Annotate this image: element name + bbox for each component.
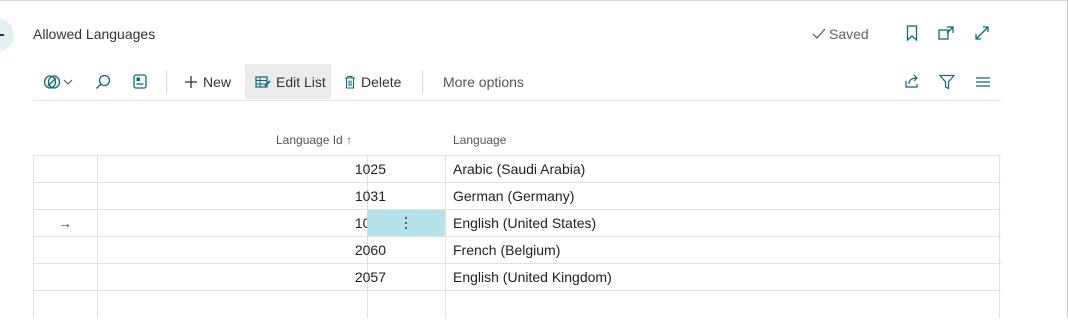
- table-row[interactable]: 1031 German (Germany): [33, 182, 1001, 209]
- column-header-language[interactable]: Language: [453, 133, 506, 147]
- expand-button[interactable]: [973, 24, 991, 42]
- language-cell[interactable]: English (United Kingdom): [453, 264, 612, 290]
- filter-icon: [939, 74, 955, 89]
- row-indicator: [33, 264, 97, 290]
- analyze-icon: [43, 74, 61, 89]
- back-icon: [0, 34, 4, 36]
- list-view-icon: [976, 76, 990, 87]
- action-bar: New Edit List Delete More options: [33, 64, 1001, 101]
- language-id-cell[interactable]: 2060: [97, 237, 386, 263]
- language-cell[interactable]: French (Belgium): [453, 237, 560, 263]
- bookmark-icon: [906, 25, 918, 41]
- toolbar-separator: [422, 70, 423, 94]
- language-id-cell[interactable]: 2057: [97, 264, 386, 290]
- language-table: 1025 Arabic (Saudi Arabia) 1031 German (…: [33, 155, 1001, 320]
- share-button[interactable]: [904, 64, 922, 99]
- more-options-button[interactable]: More options: [443, 64, 524, 99]
- top-border: [0, 0, 1068, 1]
- table-row[interactable]: 2057 English (United Kingdom): [33, 263, 1001, 290]
- open-new-window-icon: [938, 26, 954, 40]
- table-row[interactable]: 1025 Arabic (Saudi Arabia): [33, 155, 1001, 182]
- column-header-language-id[interactable]: Language Id ↑: [276, 133, 352, 147]
- row-indicator: [33, 291, 97, 317]
- toolbar-separator: [166, 70, 167, 94]
- saved-label: Saved: [829, 26, 869, 42]
- row-indicator: [33, 156, 97, 182]
- filter-button[interactable]: [939, 64, 957, 99]
- page-title: Allowed Languages: [33, 26, 156, 42]
- trash-icon: [345, 75, 355, 89]
- new-button[interactable]: New: [178, 64, 246, 99]
- list-view-button[interactable]: [975, 64, 993, 99]
- row-indicator-arrow-icon: →: [58, 215, 72, 231]
- language-cell[interactable]: English (United States): [453, 210, 596, 236]
- share-icon: [905, 74, 918, 88]
- search-button[interactable]: [95, 64, 115, 99]
- back-button[interactable]: [0, 18, 14, 52]
- edit-list-icon: [255, 75, 271, 88]
- delete-button[interactable]: Delete: [344, 64, 406, 99]
- row-menu-cell[interactable]: [367, 264, 445, 290]
- table-row-selected[interactable]: → 1033 English (United States): [33, 209, 1001, 236]
- new-label: New: [203, 73, 232, 90]
- more-dots-icon: [405, 217, 407, 229]
- row-menu-cell[interactable]: [367, 183, 445, 209]
- row-menu-cell[interactable]: [367, 291, 445, 317]
- language-id-cell[interactable]: 1025: [97, 156, 386, 182]
- bookmark-button[interactable]: [903, 24, 921, 42]
- language-id-cell[interactable]: [97, 291, 386, 317]
- filter-pane-icon: [133, 74, 147, 89]
- row-indicator: [33, 237, 97, 263]
- delete-label: Delete: [361, 73, 402, 90]
- language-id-cell[interactable]: 1031: [97, 183, 386, 209]
- table-row-empty[interactable]: [33, 290, 1001, 320]
- plus-icon: [185, 75, 197, 88]
- row-menu-cell[interactable]: [367, 156, 445, 182]
- language-cell[interactable]: Arabic (Saudi Arabia): [453, 156, 585, 182]
- row-indicator: [33, 183, 97, 209]
- chevron-down-icon: [63, 79, 73, 85]
- check-icon: [812, 28, 826, 39]
- expand-icon: [975, 26, 989, 40]
- open-in-new-window-button[interactable]: [937, 24, 955, 42]
- language-cell[interactable]: German (Germany): [453, 183, 574, 209]
- edit-list-label: Edit List: [276, 73, 326, 90]
- saved-status: Saved: [812, 26, 869, 42]
- row-menu-cell[interactable]: [367, 237, 445, 263]
- row-menu-button[interactable]: [367, 210, 445, 236]
- filter-pane-button[interactable]: [133, 64, 153, 99]
- table-row[interactable]: 2060 French (Belgium): [33, 236, 1001, 263]
- more-options-label: More options: [443, 73, 524, 90]
- search-icon: [96, 74, 111, 89]
- edit-list-button[interactable]: Edit List: [245, 64, 331, 99]
- language-id-cell[interactable]: 1033: [97, 210, 386, 236]
- analyze-button[interactable]: [43, 64, 77, 99]
